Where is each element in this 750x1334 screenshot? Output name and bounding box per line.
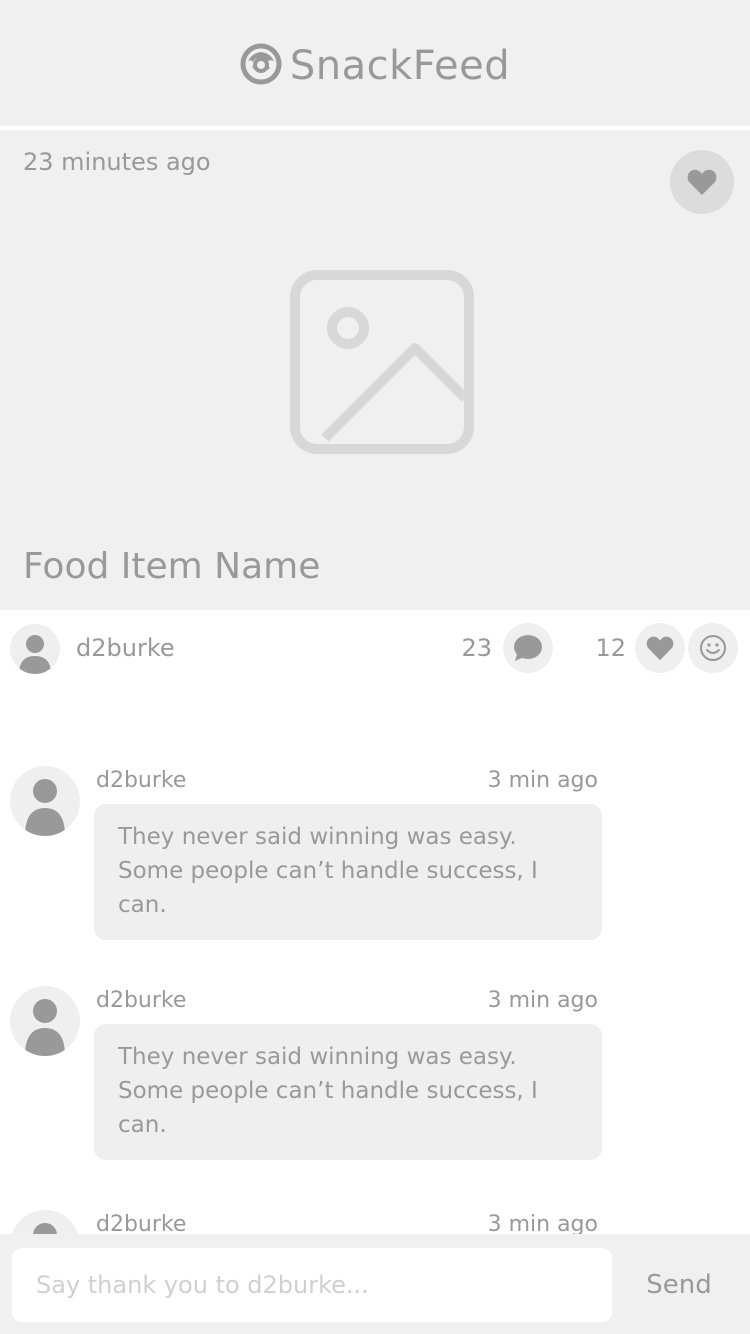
user-icon — [19, 635, 51, 674]
app-title: SnackFeed — [289, 43, 511, 89]
comment-user[interactable]: d2burke — [96, 988, 186, 1013]
comment-bubble: They never said winning was easy. Some p… — [94, 804, 602, 940]
app-header: SnackFeed — [0, 0, 750, 128]
smiley-icon — [700, 635, 726, 661]
avatar[interactable] — [10, 986, 80, 1056]
comment-user[interactable]: d2burke — [96, 1212, 186, 1234]
post-author[interactable]: d2burke — [76, 634, 175, 662]
comment-user[interactable]: d2burke — [96, 768, 186, 793]
comment-time: 3 min ago — [487, 768, 598, 793]
image-placeholder-icon — [290, 270, 474, 458]
user-icon — [33, 1223, 57, 1234]
comment-bubble: They never said winning was easy. Some p… — [94, 1024, 602, 1160]
message-input[interactable] — [12, 1248, 612, 1322]
comment-time: 3 min ago — [487, 1212, 598, 1234]
like-button[interactable] — [635, 623, 685, 673]
like-count: 12 — [595, 634, 626, 662]
avatar[interactable] — [10, 1210, 80, 1234]
comment-button[interactable] — [503, 623, 553, 673]
post-meta-bar: d2burke 23 12 — [0, 610, 750, 686]
user-icon — [25, 999, 65, 1056]
avatar[interactable] — [10, 624, 60, 674]
avatar[interactable] — [10, 766, 80, 836]
favorite-button[interactable] — [670, 150, 734, 214]
heart-icon — [646, 636, 674, 661]
speech-bubble-icon — [514, 635, 542, 661]
comment-time: 3 min ago — [487, 988, 598, 1013]
food-item-name: Food Item Name — [23, 546, 321, 587]
user-icon — [25, 779, 65, 836]
react-button[interactable] — [688, 623, 738, 673]
brand: SnackFeed — [0, 40, 750, 92]
send-button[interactable]: Send — [624, 1248, 734, 1322]
comment-composer: Send — [0, 1234, 750, 1334]
post-hero[interactable]: 23 minutes ago Food Item Name — [0, 130, 750, 610]
comment-list[interactable]: d2burke 3 min ago They never said winnin… — [0, 686, 750, 1234]
post-timestamp: 23 minutes ago — [23, 148, 211, 176]
comment-count: 23 — [461, 634, 492, 662]
donut-icon — [240, 43, 282, 89]
heart-icon — [687, 169, 717, 195]
